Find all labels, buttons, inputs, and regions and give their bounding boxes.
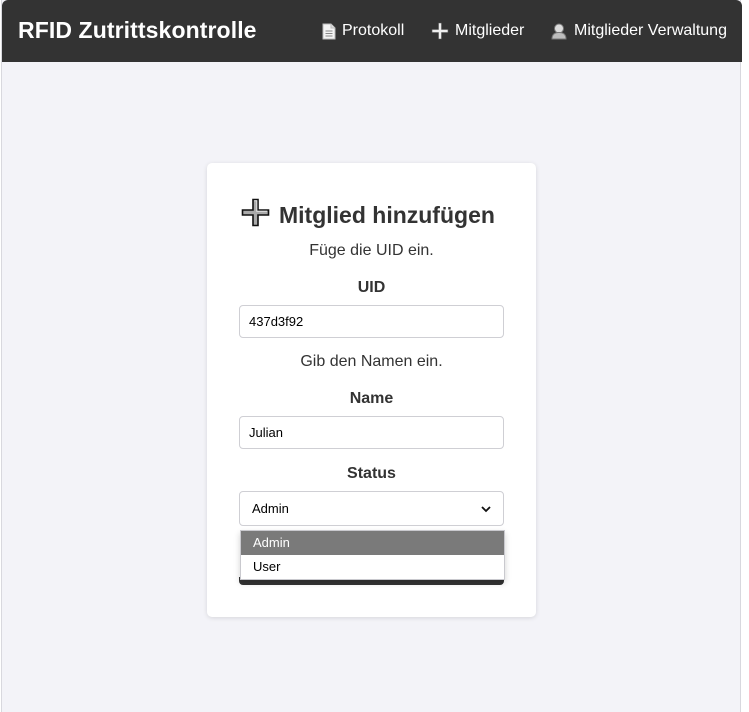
nav-protokoll-label: Protokoll [342,22,405,39]
uid-input[interactable] [239,305,504,338]
chevron-down-icon [481,501,491,516]
nav-mitglieder-verwaltung[interactable]: Mitglieder Verwaltung [550,22,727,40]
plus-icon [431,22,449,40]
document-icon [322,23,336,40]
plus-icon [241,198,270,233]
status-dropdown-list: Admin User [240,530,505,580]
name-input[interactable] [239,416,504,449]
brand-title: RFID Zutrittskontrolle [18,17,257,43]
nav-protokoll[interactable]: Protokoll [322,22,404,40]
nav-mitglieder-label: Mitglieder [455,22,525,39]
nav-mitglieder[interactable]: Mitglieder [431,22,524,40]
navbar: RFID Zutrittskontrolle Protokoll Mitglie… [2,0,742,62]
card-title-text: Mitglied hinzufügen [279,202,495,228]
name-hint: Gib den Namen ein. [300,353,443,370]
app-window: RFID Zutrittskontrolle Protokoll Mitglie… [1,0,742,712]
name-label: Name [349,390,394,407]
nav-verwaltung-label: Mitglieder Verwaltung [574,22,727,39]
uid-hint: Füge die UID ein. [309,242,434,259]
status-option-admin[interactable]: Admin [241,531,504,555]
uid-label: UID [357,279,386,296]
status-label: Status [347,465,396,482]
status-option-user[interactable]: User [241,555,504,579]
status-select[interactable]: Admin [239,491,504,526]
user-icon [550,22,568,40]
card-title: Mitglied hinzufügen [241,198,495,233]
status-select-value: Admin [252,501,289,516]
